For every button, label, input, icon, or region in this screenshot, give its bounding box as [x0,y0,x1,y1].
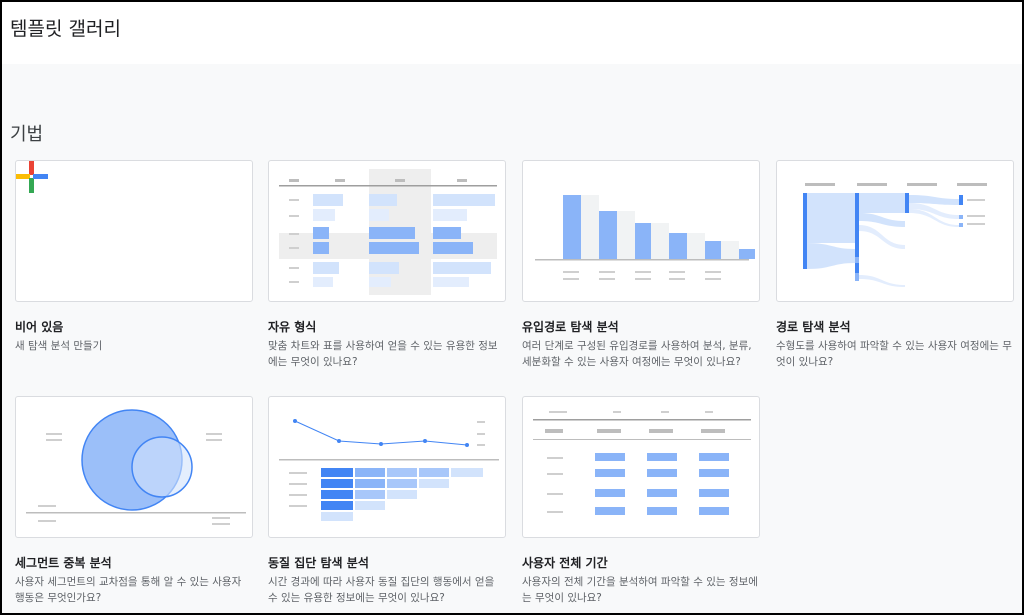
card-description: 사용자의 전체 기간을 분석하여 파악할 수 있는 정보에는 무엇이 있나요? [522,576,758,604]
template-thumbnail[interactable] [268,160,506,302]
user-lifetime-illustration [533,411,751,515]
page-title: 템플릿 갤러리 [10,18,121,40]
card-title: 세그먼트 중복 분석 [15,556,112,570]
card-title: 유입경로 탐색 분석 [522,320,619,334]
template-thumbnail[interactable] [522,396,760,538]
path-illustration [803,183,987,287]
template-thumbnail[interactable] [522,160,760,302]
template-thumbnail[interactable] [776,160,1014,302]
segment-overlap-illustration [26,409,246,525]
card-title: 동질 집단 탐색 분석 [268,556,369,570]
free-form-illustration [279,169,497,295]
cohort-illustration [279,419,499,521]
template-thumbnail[interactable] [268,396,506,538]
card-title: 자유 형식 [268,320,317,334]
header: 템플릿 갤러리 [2,2,1022,64]
card-description: 사용자 세그먼트의 교차점을 통해 알 수 있는 사용자 행동은 무엇인가요? [15,576,242,604]
card-description: 수형도를 사용하여 파악할 수 있는 사용자 여정에는 무엇이 있나요? [776,340,1012,368]
card-title: 경로 탐색 분석 [776,320,851,334]
card-description: 시간 경과에 따라 사용자 동질 집단의 행동에서 얻을 수 있는 유용한 정보… [268,576,495,604]
funnel-illustration [535,195,755,280]
template-thumbnail[interactable] [15,160,253,302]
card-description: 새 탐색 분석 만들기 [15,340,103,352]
card-title: 비어 있음 [15,320,64,334]
section-title: 기법 [10,124,44,145]
template-thumbnail[interactable] [15,396,253,538]
plus-icon [16,161,48,193]
card-description: 맞춤 차트와 표를 사용하여 얻을 수 있는 유용한 정보에는 무엇이 있나요? [268,340,498,368]
card-description: 여러 단계로 구성된 유입경로를 사용하여 분석, 분류, 세분화할 수 있는 … [522,340,752,368]
card-title: 사용자 전체 기간 [522,556,608,570]
